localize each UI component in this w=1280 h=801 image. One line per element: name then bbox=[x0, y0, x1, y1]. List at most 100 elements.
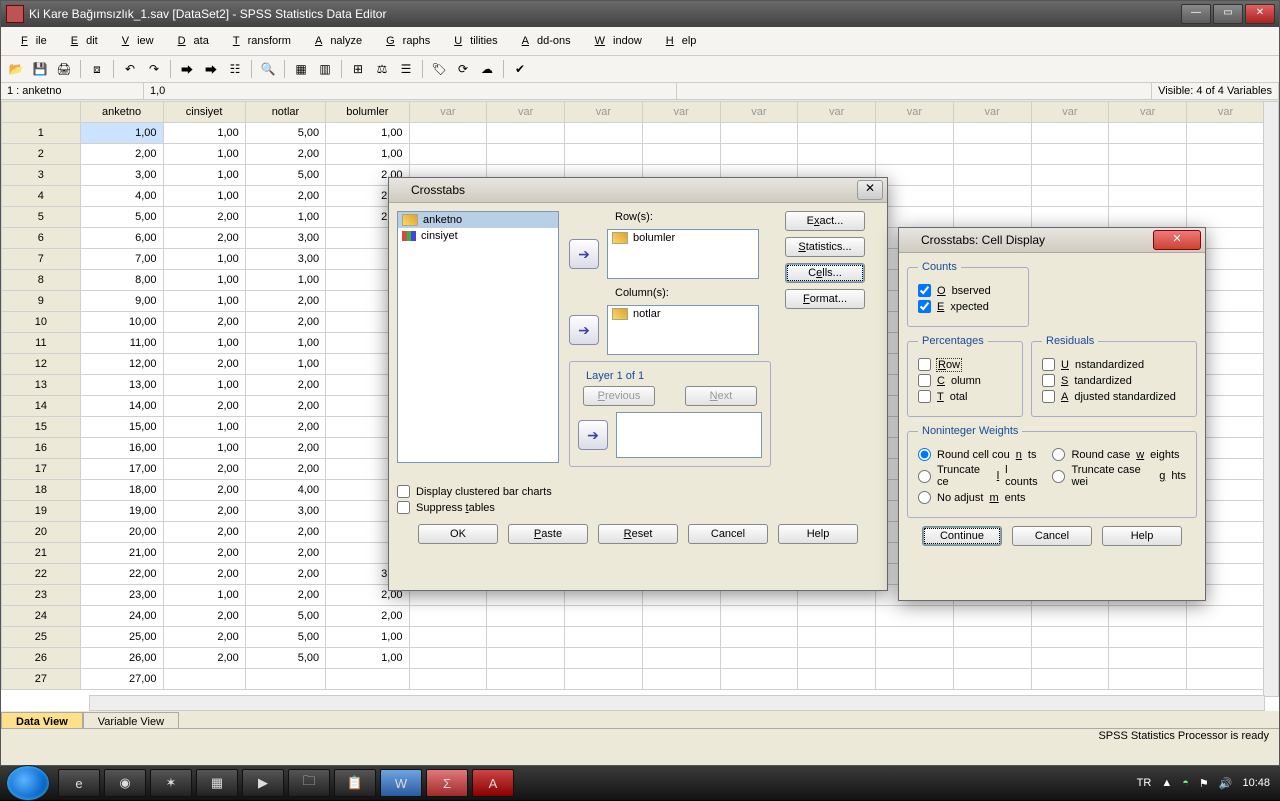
taskbar-pdf-icon[interactable]: A bbox=[472, 769, 514, 797]
taskbar-explorer-icon[interactable]: 🗀 bbox=[288, 769, 330, 797]
maximize-button[interactable]: ▭ bbox=[1213, 4, 1243, 24]
tray-net-icon[interactable]: ⚑ bbox=[1199, 777, 1209, 790]
start-button[interactable] bbox=[6, 765, 50, 801]
move-to-layer-button[interactable]: ➔ bbox=[578, 420, 608, 450]
clustered-bar-checkbox[interactable]: Display clustered bar charts bbox=[397, 485, 879, 498]
menu-graphs[interactable]: Graphs bbox=[370, 29, 438, 53]
row-var-bolumler[interactable]: bolumler bbox=[608, 230, 758, 246]
cancel-button[interactable]: Cancel bbox=[688, 524, 768, 544]
menu-help[interactable]: Help bbox=[650, 29, 705, 53]
taskbar-word-icon[interactable]: W bbox=[380, 769, 422, 797]
goto-case-icon[interactable]: ⮕ bbox=[176, 58, 198, 80]
column-percent-checkbox[interactable]: Column bbox=[918, 374, 1012, 387]
tray-clock[interactable]: 10:48 bbox=[1242, 777, 1270, 789]
var-item-cinsiyet[interactable]: cinsiyet bbox=[398, 228, 558, 244]
variables-icon[interactable]: ☷ bbox=[224, 58, 246, 80]
cells-help-button[interactable]: Help bbox=[1102, 526, 1182, 546]
open-icon[interactable]: 📂 bbox=[5, 58, 27, 80]
rows-list[interactable]: bolumler bbox=[607, 229, 759, 279]
taskbar-notes-icon[interactable]: 📋 bbox=[334, 769, 376, 797]
total-percent-checkbox[interactable]: Total bbox=[918, 390, 1012, 403]
cells-button[interactable]: Cells... bbox=[785, 263, 865, 283]
taskbar-spss-icon[interactable]: Σ bbox=[426, 769, 468, 797]
goto-var-icon[interactable]: ⮕ bbox=[200, 58, 222, 80]
taskbar-media-icon[interactable]: ▶ bbox=[242, 769, 284, 797]
menu-add-ons[interactable]: Add-ons bbox=[506, 29, 579, 53]
find-icon[interactable]: 🔍 bbox=[257, 58, 279, 80]
ok-button[interactable]: OK bbox=[418, 524, 498, 544]
redo-icon[interactable]: ↷ bbox=[143, 58, 165, 80]
weight-icon[interactable]: ⚖ bbox=[371, 58, 393, 80]
menu-transform[interactable]: Transform bbox=[217, 29, 299, 53]
system-tray[interactable]: TR ▲ ◓ ⚑ 🔊 10:48 bbox=[1127, 777, 1280, 790]
no-adjust-radio[interactable]: No adjustments bbox=[918, 491, 1040, 504]
crosstabs-close-button[interactable]: ✕ bbox=[857, 180, 883, 200]
current-cell-value[interactable]: 1,0 bbox=[144, 83, 677, 99]
layer-previous-button[interactable]: Previous bbox=[583, 386, 655, 406]
std-resid-checkbox[interactable]: Standardized bbox=[1042, 374, 1186, 387]
use-sets-icon[interactable]: ⟳ bbox=[452, 58, 474, 80]
value-labels-icon[interactable]: 🏷 bbox=[428, 58, 450, 80]
recall-dialog-icon[interactable]: ⧈ bbox=[86, 58, 108, 80]
var-item-anketno[interactable]: anketno bbox=[398, 212, 558, 228]
adj-resid-checkbox[interactable]: Adjusted standardized bbox=[1042, 390, 1186, 403]
cells-cancel-button[interactable]: Cancel bbox=[1012, 526, 1092, 546]
paste-button[interactable]: Paste bbox=[508, 524, 588, 544]
suppress-tables-checkbox[interactable]: Suppress tables bbox=[397, 501, 879, 514]
layer-list[interactable] bbox=[616, 412, 762, 458]
close-button[interactable]: ✕ bbox=[1245, 4, 1275, 24]
undo-icon[interactable]: ↶ bbox=[119, 58, 141, 80]
taskbar-ie-icon[interactable]: e bbox=[58, 769, 100, 797]
taskbar-app-icon[interactable]: ▦ bbox=[196, 769, 238, 797]
taskbar-chrome-icon[interactable]: ◉ bbox=[104, 769, 146, 797]
cells-close-button[interactable]: ✕ bbox=[1153, 230, 1201, 250]
show-all-icon[interactable]: ☁ bbox=[476, 58, 498, 80]
col-var-notlar[interactable]: notlar bbox=[608, 306, 758, 322]
menu-file[interactable]: File bbox=[5, 29, 55, 53]
menu-view[interactable]: View bbox=[106, 29, 162, 53]
continue-button[interactable]: Continue bbox=[922, 526, 1002, 546]
menu-utilities[interactable]: Utilities bbox=[438, 29, 505, 53]
menu-edit[interactable]: Edit bbox=[55, 29, 106, 53]
menu-window[interactable]: Window bbox=[579, 29, 650, 53]
observed-checkbox[interactable]: Observed bbox=[918, 284, 1018, 297]
source-variable-list[interactable]: anketno cinsiyet bbox=[397, 211, 559, 463]
trunc-cell-radio[interactable]: Truncate cell counts bbox=[918, 464, 1040, 488]
select-cases-icon[interactable]: ☰ bbox=[395, 58, 417, 80]
tray-util-icon[interactable]: ◓ bbox=[1182, 777, 1189, 789]
cells-titlebar[interactable]: Crosstabs: Cell Display ✕ bbox=[899, 228, 1205, 253]
expected-checkbox[interactable]: Expected bbox=[918, 300, 1018, 313]
reset-button[interactable]: Reset bbox=[598, 524, 678, 544]
statistics-button[interactable]: Statistics... bbox=[785, 237, 865, 257]
insert-var-icon[interactable]: ▥ bbox=[314, 58, 336, 80]
horizontal-scrollbar[interactable] bbox=[89, 695, 1265, 711]
crosstabs-titlebar[interactable]: Crosstabs ✕ bbox=[389, 178, 887, 203]
help-button[interactable]: Help bbox=[778, 524, 858, 544]
unstd-resid-checkbox[interactable]: Unstandardized bbox=[1042, 358, 1186, 371]
vertical-scrollbar[interactable] bbox=[1263, 101, 1279, 697]
menu-analyze[interactable]: Analyze bbox=[299, 29, 370, 53]
move-to-rows-button[interactable]: ➔ bbox=[569, 239, 599, 269]
layer-next-button[interactable]: Next bbox=[685, 386, 757, 406]
nominal-icon bbox=[402, 231, 416, 241]
tray-lang[interactable]: TR bbox=[1137, 777, 1152, 789]
tray-flag-icon[interactable]: ▲ bbox=[1161, 777, 1172, 789]
round-case-radio[interactable]: Round case weights bbox=[1052, 448, 1186, 461]
columns-list[interactable]: notlar bbox=[607, 305, 759, 355]
minimize-button[interactable]: — bbox=[1181, 4, 1211, 24]
menu-data[interactable]: Data bbox=[162, 29, 217, 53]
tray-vol-icon[interactable]: 🔊 bbox=[1219, 777, 1233, 790]
round-cell-radio[interactable]: Round cell counts bbox=[918, 448, 1040, 461]
split-file-icon[interactable]: ⊞ bbox=[347, 58, 369, 80]
row-percent-checkbox[interactable]: Row bbox=[918, 358, 1012, 371]
format-button[interactable]: Format... bbox=[785, 289, 865, 309]
exact-button[interactable]: Exact... bbox=[785, 211, 865, 231]
move-to-columns-button[interactable]: ➔ bbox=[569, 315, 599, 345]
spellcheck-icon[interactable]: ✔ bbox=[509, 58, 531, 80]
main-titlebar: Ki Kare Bağımsızlık_1.sav [DataSet2] - S… bbox=[1, 1, 1279, 27]
taskbar-msn-icon[interactable]: ✶ bbox=[150, 769, 192, 797]
insert-case-icon[interactable]: ▦ bbox=[290, 58, 312, 80]
trunc-case-radio[interactable]: Truncate case weights bbox=[1052, 464, 1186, 488]
save-icon[interactable]: 💾 bbox=[29, 58, 51, 80]
print-icon[interactable]: 🖨 bbox=[53, 58, 75, 80]
